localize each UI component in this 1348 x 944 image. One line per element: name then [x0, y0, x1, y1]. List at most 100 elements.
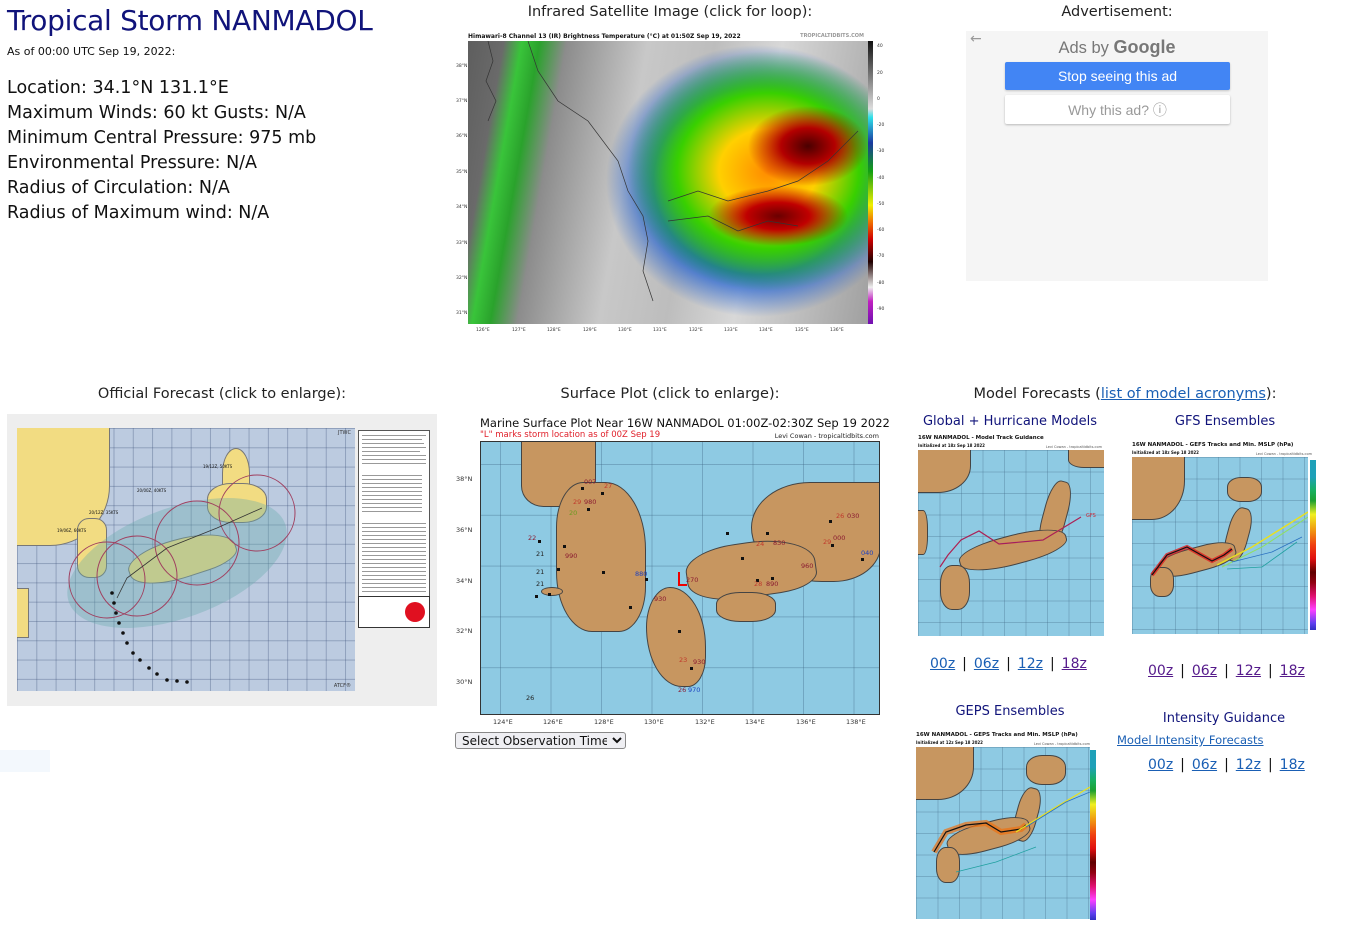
model-image-credit: Levi Cowan - tropicaltidbits.com [1045, 445, 1102, 449]
svg-text:270: 270 [686, 576, 698, 584]
ir-colorbar [868, 41, 873, 324]
gfs-ensembles-cycle-links: 00z | 06z | 12z | 18z [1146, 663, 1307, 679]
ir-colorbar-tick: 0 [877, 97, 880, 102]
svg-text:880: 880 [635, 570, 647, 578]
storm-radius-max-wind: Radius of Maximum wind: N/A [7, 203, 270, 223]
surface-plot-note: "L" marks storm location as of 00Z Sep 1… [480, 430, 661, 440]
geps-mslp-colorbar [1090, 750, 1096, 920]
ir-colorbar-tick: -30 [877, 149, 885, 154]
ir-lon-label: 128°E [547, 328, 561, 333]
svg-text:930: 930 [654, 595, 666, 603]
ir-lon-label: 135°E [795, 328, 809, 333]
ad-container: ← Ads by Google Stop seeing this ad Why … [966, 31, 1268, 281]
ir-lon-label: 127°E [512, 328, 526, 333]
svg-text:24: 24 [756, 540, 764, 548]
cycle-link-00z[interactable]: 00z [930, 656, 955, 672]
svg-text:040: 040 [861, 549, 873, 557]
ir-satellite-image[interactable]: Himawari-8 Channel 13 (IR) Brightness Te… [456, 31, 885, 333]
model-track-map: GFS [918, 450, 1104, 636]
cycle-link-06z[interactable]: 06z [1192, 757, 1217, 773]
storm-min-pressure: Minimum Central Pressure: 975 mb [7, 128, 317, 148]
separator: | [1180, 663, 1185, 679]
model-track-lines: GFS [939, 513, 1096, 568]
google-logo: Google [1113, 37, 1176, 57]
surface-plot-credit: Levi Cowan - tropicaltidbits.com [774, 432, 879, 440]
jtwc-tag: JTWC [338, 430, 351, 436]
ir-coastlines [485, 41, 859, 302]
ir-satellite-title: Infrared Satellite Image (click for loop… [527, 4, 813, 20]
surface-plot-map: 007 27 29 980 20 22 21 990 21 21 880 930 24 830… [480, 441, 880, 715]
empty-placeholder [0, 750, 50, 772]
ir-lat-label: 33°N [456, 241, 468, 246]
ir-lat-label: 32°N [456, 276, 468, 281]
cycle-link-12z[interactable]: 12z [1236, 757, 1261, 773]
model-track-guidance-image[interactable]: 16W NANMADOL - Model Track Guidance Init… [912, 433, 1110, 648]
gefs-map [1132, 457, 1308, 634]
svg-text:21: 21 [536, 550, 544, 558]
cycle-link-18z[interactable]: 18z [1280, 663, 1305, 679]
svg-text:23: 23 [679, 656, 687, 664]
ir-colorbar-tick: 40 [877, 44, 883, 49]
forecast-track-map: JTWC ATCF® 19/12Z, 50KTS 20/00Z, 40KTS 2… [17, 428, 355, 691]
model-acronyms-link[interactable]: list of model acronyms [1101, 386, 1266, 402]
global-hurricane-title: Global + Hurricane Models [922, 414, 1097, 429]
ir-lon-label: 133°E [724, 328, 738, 333]
ir-lat-label: 35°N [456, 170, 468, 175]
cycle-link-18z[interactable]: 18z [1062, 656, 1087, 672]
cycle-link-00z[interactable]: 00z [1148, 757, 1173, 773]
separator: | [1006, 656, 1011, 672]
svg-text:26: 26 [836, 512, 844, 520]
cycle-link-06z[interactable]: 06z [974, 656, 999, 672]
surface-plot-image[interactable]: Marine Surface Plot Near 16W NANMADOL 01… [455, 413, 890, 733]
geps-image-init: Initialized at 12z Sep 18 2022 [916, 740, 983, 745]
official-forecast-image[interactable]: JTWC ATCF® 19/12Z, 50KTS 20/00Z, 40KTS 2… [7, 414, 437, 706]
svg-text:830: 830 [773, 539, 785, 547]
svg-text:000: 000 [833, 534, 845, 542]
forecast-track-overlay [67, 474, 296, 684]
storm-details: Location: 34.1°N 131.1°E Maximum Winds: … [7, 76, 316, 226]
geps-tracks-image[interactable]: 16W NANMADOL - GEPS Tracks and Min. MSLP… [912, 730, 1112, 925]
sp-lat-label: 32°N [456, 627, 473, 635]
ir-colorbar-tick: -70 [877, 254, 885, 259]
cycle-link-00z[interactable]: 00z [1148, 663, 1173, 679]
ir-lon-label: 130°E [618, 328, 632, 333]
svg-text:26: 26 [678, 686, 686, 694]
gfs-track-label: GFS [1086, 513, 1096, 519]
sp-lon-label: 128°E [594, 718, 614, 726]
gefs-image-header: 16W NANMADOL - GEFS Tracks and Min. MSLP… [1132, 442, 1294, 448]
cycle-link-06z[interactable]: 06z [1192, 663, 1217, 679]
ir-colorbar-tick: -40 [877, 176, 885, 181]
model-forecasts-suffix: ): [1265, 386, 1277, 402]
svg-text:890: 890 [766, 580, 778, 588]
cycle-link-12z[interactable]: 12z [1018, 656, 1043, 672]
separator: | [1180, 757, 1185, 773]
ir-colorbar-tick: -60 [877, 228, 885, 233]
ir-satellite-map [468, 41, 868, 324]
model-forecasts-title: Model Forecasts (list of model acronyms)… [902, 386, 1348, 402]
ir-lon-label: 136°E [830, 328, 844, 333]
cycle-link-18z[interactable]: 18z [1280, 757, 1305, 773]
gefs-tracks-image[interactable]: 16W NANMADOL - GEFS Tracks and Min. MSLP… [1126, 440, 1330, 644]
ir-lon-label: 129°E [583, 328, 597, 333]
why-this-ad-button[interactable]: Why this ad? ⓘ [1005, 95, 1230, 124]
ir-lon-label: 126°E [476, 328, 490, 333]
observation-time-select[interactable]: Select Observation Time... [455, 732, 626, 749]
stop-seeing-ad-button[interactable]: Stop seeing this ad [1005, 62, 1230, 90]
cycle-link-12z[interactable]: 12z [1236, 663, 1261, 679]
geps-image-header: 16W NANMADOL - GEPS Tracks and Min. MSLP… [916, 732, 1078, 738]
svg-text:930: 930 [693, 658, 705, 666]
as-of-timestamp: As of 00:00 UTC Sep 19, 2022: [7, 45, 176, 58]
svg-text:970: 970 [688, 686, 700, 694]
ir-lat-label: 37°N [456, 99, 468, 104]
sp-lon-label: 130°E [644, 718, 664, 726]
storm-env-pressure: Environmental Pressure: N/A [7, 153, 258, 173]
forecast-point-label: 19/06Z, 60KTS [57, 528, 87, 533]
svg-text:007: 007 [584, 478, 596, 486]
surface-plot-header: Marine Surface Plot Near 16W NANMADOL 01… [480, 416, 890, 430]
geps-track-lines [931, 786, 1090, 873]
ir-image-credit: TROPICALTIDBITS.COM [800, 33, 864, 39]
model-intensity-forecasts-link[interactable]: Model Intensity Forecasts [1117, 733, 1264, 747]
ir-colorbar-tick: -50 [877, 202, 885, 207]
sp-lon-label: 126°E [543, 718, 563, 726]
gefs-track-lines [1150, 511, 1308, 577]
